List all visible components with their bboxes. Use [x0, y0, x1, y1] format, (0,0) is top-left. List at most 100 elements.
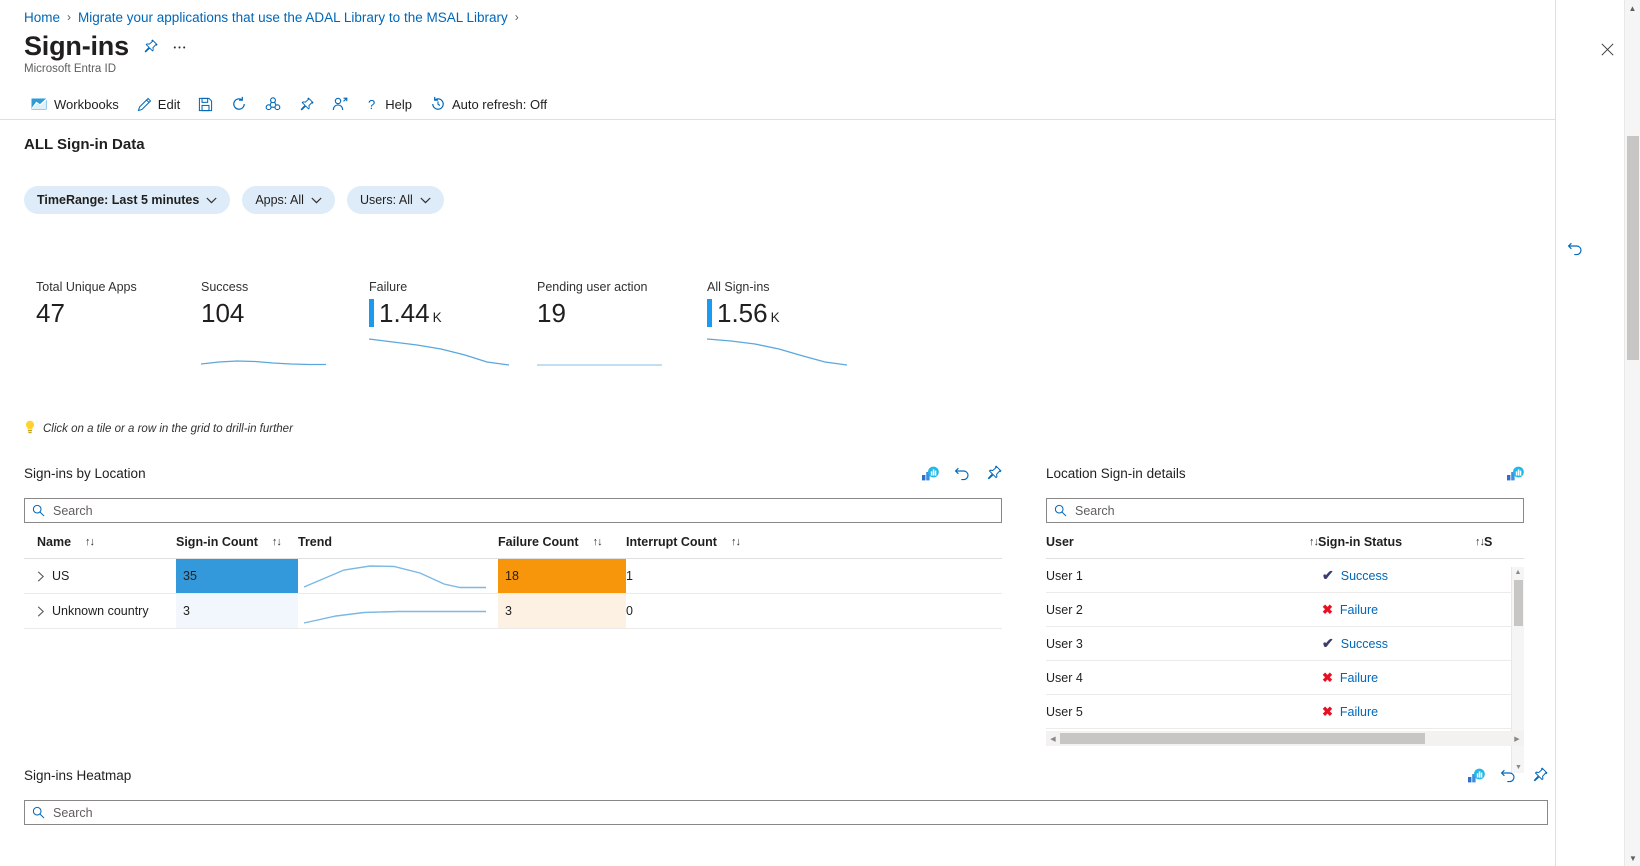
scroll-left-icon[interactable]: ◀ [1046, 735, 1060, 743]
chevron-right-icon[interactable] [37, 570, 45, 582]
chart-icon[interactable] [922, 465, 939, 481]
sort-icon[interactable]: ↑↓ [1309, 536, 1319, 548]
horizontal-scroll-thumb[interactable] [1060, 733, 1425, 744]
page-title: Sign-ins [24, 31, 129, 61]
ellipsis-icon[interactable] [172, 39, 187, 54]
pin-icon[interactable] [986, 465, 1002, 481]
col-name[interactable]: Name ↑↓ [24, 523, 176, 559]
tile-failure[interactable]: Failure 1.44 K [369, 280, 537, 366]
assign-user-button[interactable] [323, 91, 357, 118]
section-heading: ALL Sign-in Data [24, 136, 145, 153]
metric-tiles: Total Unique Apps 47 Success 104 Failure… [36, 280, 877, 366]
table-row[interactable]: User 3 ✔ Success [1046, 626, 1524, 661]
signin-count-value: 35 [183, 569, 197, 583]
cell-signin-count: 35 [176, 558, 298, 594]
assign-user-icon [332, 96, 348, 112]
cell-trend [298, 593, 498, 629]
tile-value: 1.56 [717, 298, 768, 328]
tile-label: Success [201, 280, 249, 294]
tile-value: 104 [201, 298, 245, 328]
table-row[interactable]: User 4 ✖ Failure [1046, 660, 1524, 695]
row-name: Unknown country [52, 604, 149, 618]
search-icon [1054, 504, 1067, 517]
vertical-scroll-thumb[interactable] [1514, 580, 1523, 626]
tile-label: Pending user action [537, 280, 648, 294]
table-header-row: User ↑↓ Sign-in Status ↑↓ S [1046, 523, 1524, 559]
tile-label: Total Unique Apps [36, 280, 137, 294]
pin-button[interactable] [290, 91, 323, 118]
right-panel-title: Location Sign-in details [1046, 465, 1186, 481]
sort-icon[interactable]: ↑↓ [731, 536, 741, 548]
filter-apps[interactable]: Apps: All [242, 186, 335, 214]
status-label: Failure [1339, 704, 1379, 719]
refresh-button[interactable] [222, 91, 256, 118]
hscroll-track[interactable] [1060, 733, 1510, 744]
scroll-right-icon[interactable]: ▶ [1510, 735, 1524, 743]
chevron-down-icon [206, 197, 217, 204]
chart-icon[interactable] [1507, 465, 1524, 481]
page-scroll-up-icon[interactable]: ▲ [1625, 0, 1640, 16]
sort-icon[interactable]: ↑↓ [1475, 536, 1485, 548]
table-row[interactable]: User 5 ✖ Failure [1046, 694, 1524, 729]
search-icon [32, 806, 45, 819]
chart-icon[interactable] [1468, 767, 1485, 783]
bottom-panel-search[interactable] [24, 800, 1548, 825]
breadcrumb-home[interactable]: Home [24, 10, 60, 25]
save-button[interactable] [189, 91, 222, 118]
page-vertical-scrollbar[interactable]: ▲ ▼ [1624, 0, 1640, 866]
table-row[interactable]: US 35 18 1 [24, 558, 1002, 594]
undo-icon[interactable] [954, 465, 971, 481]
tile-pending-user-action[interactable]: Pending user action 19 [537, 280, 707, 366]
pencil-icon [137, 97, 152, 112]
right-grid-horizontal-scrollbar[interactable]: ◀ ▶ [1046, 731, 1524, 746]
breadcrumb-separator-icon-2: › [514, 10, 519, 24]
left-panel-search[interactable] [24, 498, 1002, 523]
table-row[interactable]: User 2 ✖ Failure [1046, 592, 1524, 627]
col-signin-count[interactable]: Sign-in Count ↑↓ [176, 523, 298, 559]
col-failure-count[interactable]: Failure Count ↑↓ [498, 523, 626, 559]
close-icon[interactable] [1594, 36, 1620, 62]
scroll-up-icon[interactable]: ▲ [1512, 567, 1524, 578]
sort-icon[interactable]: ↑↓ [593, 536, 603, 548]
right-panel-search[interactable] [1046, 498, 1524, 523]
share-button[interactable] [256, 91, 290, 118]
filter-users[interactable]: Users: All [346, 186, 444, 214]
workbooks-button[interactable]: Workbooks [22, 91, 128, 118]
signins-heatmap-panel: Sign-ins Heatmap [24, 764, 1548, 825]
tile-all-signins[interactable]: All Sign-ins 1.56 K [707, 280, 877, 366]
right-panel-search-input[interactable] [1073, 502, 1516, 519]
content-right-border [1555, 0, 1556, 866]
pin-icon[interactable] [143, 38, 158, 54]
sort-icon[interactable]: ↑↓ [85, 536, 95, 548]
table-row[interactable]: Unknown country 3 3 0 [24, 593, 1002, 629]
table-row[interactable]: User 1 ✔ Success [1046, 558, 1524, 593]
pin-icon[interactable] [1532, 767, 1548, 783]
col-truncated[interactable]: S [1484, 523, 1524, 559]
tile-success[interactable]: Success 104 [201, 280, 369, 366]
chevron-right-icon[interactable] [37, 605, 45, 617]
failure-count-value: 18 [505, 569, 519, 583]
lightbulb-icon [24, 420, 36, 437]
help-button[interactable]: ? Help [357, 91, 421, 118]
filter-timerange[interactable]: TimeRange: Last 5 minutes [24, 186, 231, 214]
col-user[interactable]: User ↑↓ [1046, 523, 1319, 559]
bottom-panel-search-input[interactable] [51, 804, 1540, 821]
undo-icon[interactable] [1500, 767, 1517, 783]
page-scroll-thumb[interactable] [1627, 136, 1639, 360]
col-interrupt-count[interactable]: Interrupt Count ↑↓ [626, 523, 1002, 559]
auto-refresh-button[interactable]: Auto refresh: Off [421, 91, 556, 118]
table-header-row: Name ↑↓ Sign-in Count ↑↓ Trend Failure Cou… [24, 523, 1002, 559]
location-signin-details-panel: Location Sign-in details User↑↓ Sign-in … [1046, 462, 1524, 773]
left-panel-search-input[interactable] [51, 502, 994, 519]
filter-timerange-label: TimeRange: Last 5 minutes [37, 193, 200, 207]
tile-total-unique-apps[interactable]: Total Unique Apps 47 [36, 280, 201, 328]
sparkline-success [201, 360, 326, 366]
sort-icon[interactable]: ↑↓ [272, 536, 282, 548]
page-scroll-down-icon[interactable]: ▼ [1625, 850, 1640, 866]
clock-icon [430, 96, 446, 112]
breadcrumb-parent[interactable]: Migrate your applications that use the A… [78, 10, 508, 25]
col-signin-status[interactable]: Sign-in Status ↑↓ [1318, 523, 1485, 559]
tiles-reset-button[interactable] [1567, 240, 1584, 261]
edit-button[interactable]: Edit [128, 91, 189, 118]
cell-failure-count: 3 [498, 593, 626, 629]
